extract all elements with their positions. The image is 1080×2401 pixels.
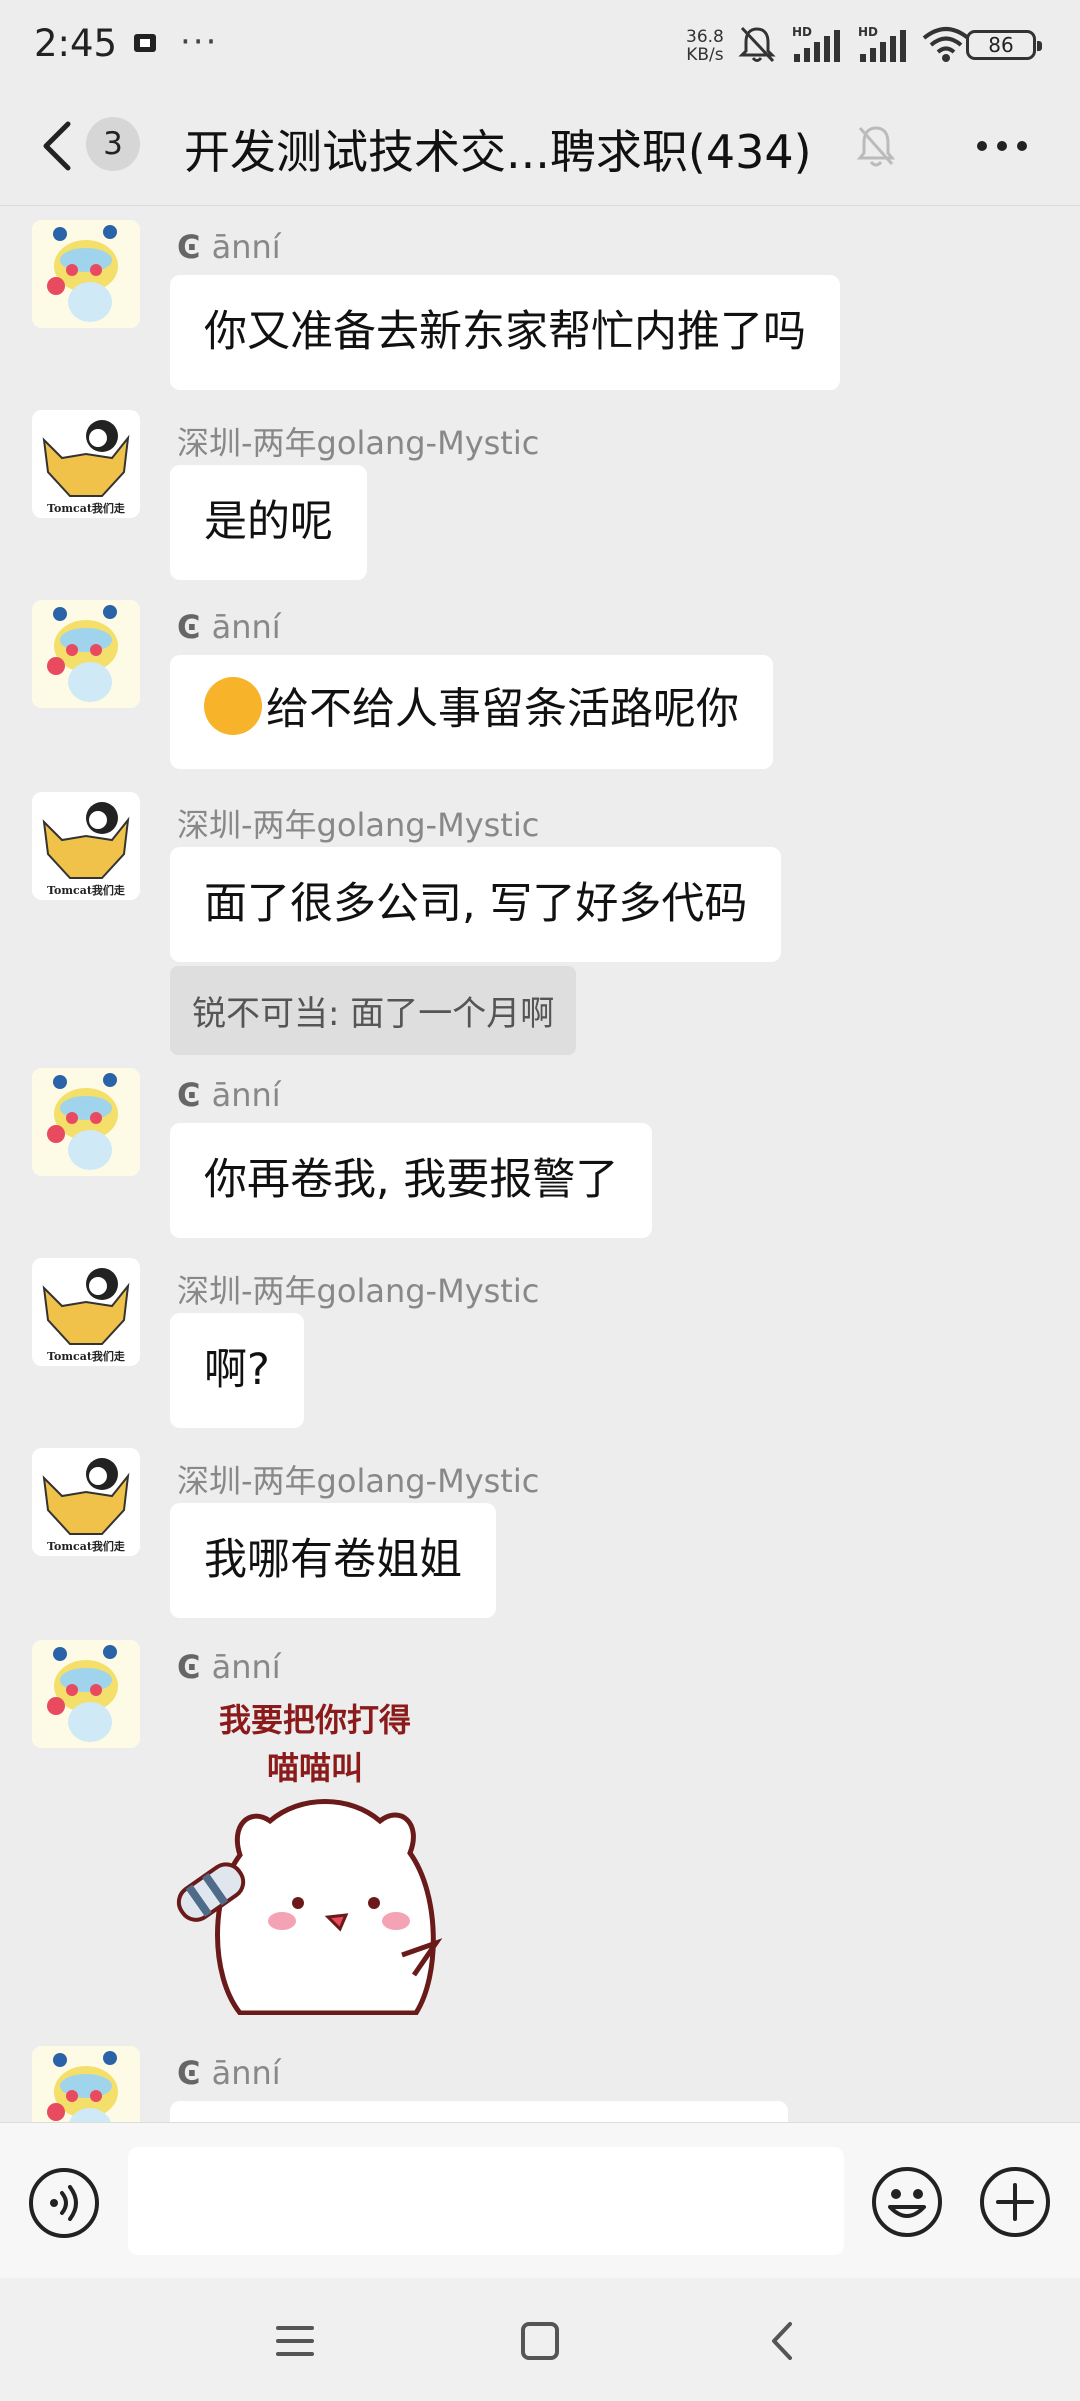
sender-name-text: ānní: [211, 1076, 281, 1114]
unread-count-badge[interactable]: 3: [86, 117, 140, 171]
bell-off-status-icon: [738, 26, 776, 63]
sender-name: Ͼ ānní: [177, 608, 281, 646]
status-overflow: ···: [180, 22, 219, 62]
sender-name-text: ānní: [211, 2054, 281, 2092]
speed-unit: KB/s: [686, 45, 724, 65]
message-bubble[interactable]: 是的呢: [170, 465, 367, 580]
back-icon[interactable]: [36, 116, 82, 176]
avatar-anni[interactable]: [32, 220, 140, 328]
sender-name-text: ānní: [211, 1648, 281, 1686]
message-bubble[interactable]: 啊?: [170, 1313, 304, 1428]
tomcat-caption: Tomcat我们走: [47, 1349, 125, 1363]
hd-label: HD: [792, 25, 812, 39]
signal-icon: HD: [792, 25, 840, 62]
sender-name: 深圳-两年golang-Mystic: [177, 1272, 540, 1310]
sender-name: 深圳-两年golang-Mystic: [177, 424, 540, 462]
tomcat-avatar-icon: Tomcat我们走: [32, 792, 140, 900]
avatar-mystic[interactable]: Tomcat我们走: [32, 410, 140, 518]
avatar-anni[interactable]: [32, 600, 140, 708]
tomcat-avatar-icon: Tomcat我们走: [32, 1448, 140, 1556]
system-nav-bar: [0, 2278, 1080, 2401]
avatar-mystic[interactable]: Tomcat我们走: [32, 1448, 140, 1556]
plus-icon[interactable]: [978, 2165, 1052, 2239]
tomcat-avatar-icon: Tomcat我们走: [32, 1258, 140, 1366]
sticker-bear-slipper[interactable]: 我要把你打得 喵喵叫: [170, 1695, 460, 2015]
sticker-text-line1: 我要把你打得: [219, 1701, 411, 1739]
anni-avatar-icon: [32, 1640, 140, 1748]
more-icon[interactable]: [972, 122, 1032, 170]
voice-icon[interactable]: [28, 2167, 100, 2239]
avatar-anni[interactable]: [32, 1640, 140, 1748]
anni-avatar-icon: [32, 2046, 140, 2122]
tomcat-caption: Tomcat我们走: [47, 883, 125, 897]
blushing-emoji-icon: [204, 677, 262, 735]
message-bubble[interactable]: [170, 2101, 788, 2122]
menu-icon[interactable]: [270, 2316, 320, 2366]
sender-name: 深圳-两年golang-Mystic: [177, 1462, 540, 1500]
signal-icon-2: HD: [858, 25, 906, 62]
tomcat-caption: Tomcat我们走: [47, 501, 125, 515]
sender-name: Ͼ ānní: [177, 1076, 281, 1114]
message-input[interactable]: [128, 2147, 844, 2255]
message-bubble[interactable]: 给不给人事留条活路呢你: [170, 655, 773, 769]
avatar-anni[interactable]: [32, 2046, 140, 2122]
speed-value: 36.8: [686, 27, 724, 47]
tomcat-avatar-icon: Tomcat我们走: [32, 410, 140, 518]
tomcat-caption: Tomcat我们走: [47, 1539, 125, 1553]
bell-off-icon: [856, 126, 896, 167]
sender-name: 深圳-两年golang-Mystic: [177, 806, 540, 844]
anni-avatar-icon: [32, 1068, 140, 1176]
network-speed: 36.8 KB/s: [686, 28, 724, 64]
status-icons: HD HD: [738, 22, 970, 66]
message-list[interactable]: Ͼ ānní 你又准备去新东家帮忙内推了吗 Tomcat我们走 深圳-两年gol…: [0, 206, 1080, 2122]
quoted-message[interactable]: 锐不可当: 面了一个月啊: [170, 966, 577, 1055]
sender-name: Ͼ ānní: [177, 1648, 281, 1686]
status-bar: 2:45 ··· 36.8 KB/s HD HD 86: [0, 0, 1080, 86]
avatar-anni[interactable]: [32, 1068, 140, 1176]
sticker-text-line2: 喵喵叫: [267, 1749, 363, 1787]
message-text: 给不给人事留条活路呢你: [266, 684, 739, 735]
nav-back-icon[interactable]: [758, 2316, 808, 2366]
emoji-icon[interactable]: [870, 2165, 944, 2239]
input-bar: [0, 2122, 1080, 2278]
anni-avatar-icon: [32, 600, 140, 708]
sender-name-text: ānní: [211, 608, 281, 646]
status-time: 2:45: [34, 22, 118, 65]
message-bubble[interactable]: 我哪有卷姐姐: [170, 1503, 496, 1618]
home-icon[interactable]: [515, 2316, 565, 2366]
chat-title: 开发测试技术交...聘求职(434): [184, 125, 812, 179]
sender-name: Ͼ ānní: [177, 2054, 281, 2092]
sender-name: Ͼ ānní: [177, 228, 281, 266]
wifi-icon: [922, 27, 970, 62]
message-bubble[interactable]: 你再卷我, 我要报警了: [170, 1123, 653, 1238]
hd-label-2: HD: [858, 25, 878, 39]
chat-header: 3 开发测试技术交...聘求职(434): [0, 86, 1080, 206]
battery-indicator: 86: [966, 30, 1042, 60]
avatar-mystic[interactable]: Tomcat我们走: [32, 1258, 140, 1366]
sender-name-text: ānní: [211, 228, 281, 266]
anni-avatar-icon: [32, 220, 140, 328]
message-bubble[interactable]: 面了很多公司, 写了好多代码: [170, 847, 782, 962]
tiktok-icon: [134, 34, 156, 52]
avatar-mystic[interactable]: Tomcat我们走: [32, 792, 140, 900]
message-bubble[interactable]: 你又准备去新东家帮忙内推了吗: [170, 275, 840, 390]
